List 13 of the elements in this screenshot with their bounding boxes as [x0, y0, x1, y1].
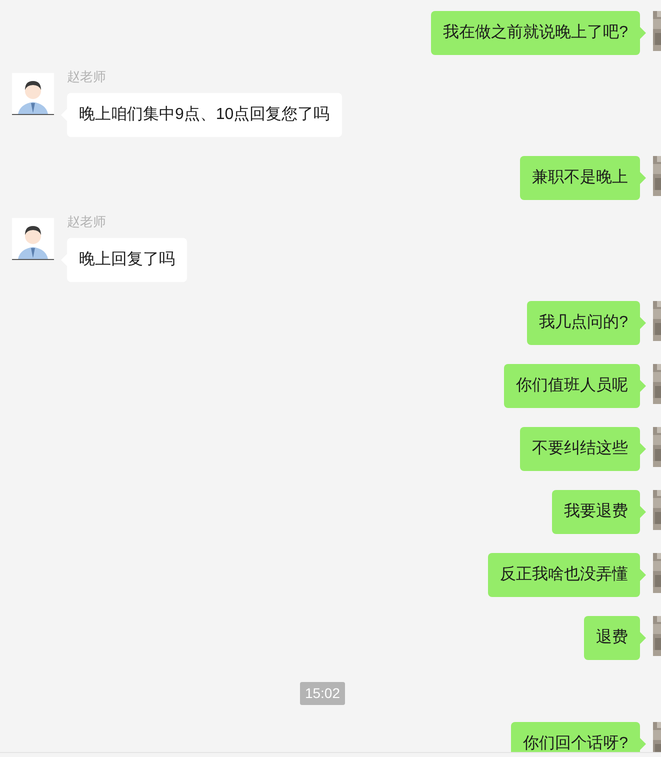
sender-name: 赵老师: [67, 68, 106, 85]
sender-name: 赵老师: [67, 213, 106, 230]
avatar[interactable]: [12, 73, 54, 115]
bubble-tail-icon: [640, 506, 646, 518]
timestamp: 15:02: [300, 682, 346, 705]
bubble-tail-icon: [640, 569, 646, 581]
bubble-tail-icon: [640, 380, 646, 392]
bubble-tail-icon: [640, 632, 646, 644]
bubble-tail-icon: [640, 27, 646, 39]
avatar[interactable]: [12, 218, 54, 260]
bubble-tail-icon: [640, 172, 646, 184]
bubble-tail-icon: [640, 443, 646, 455]
bubble-tail-icon: [640, 317, 646, 329]
